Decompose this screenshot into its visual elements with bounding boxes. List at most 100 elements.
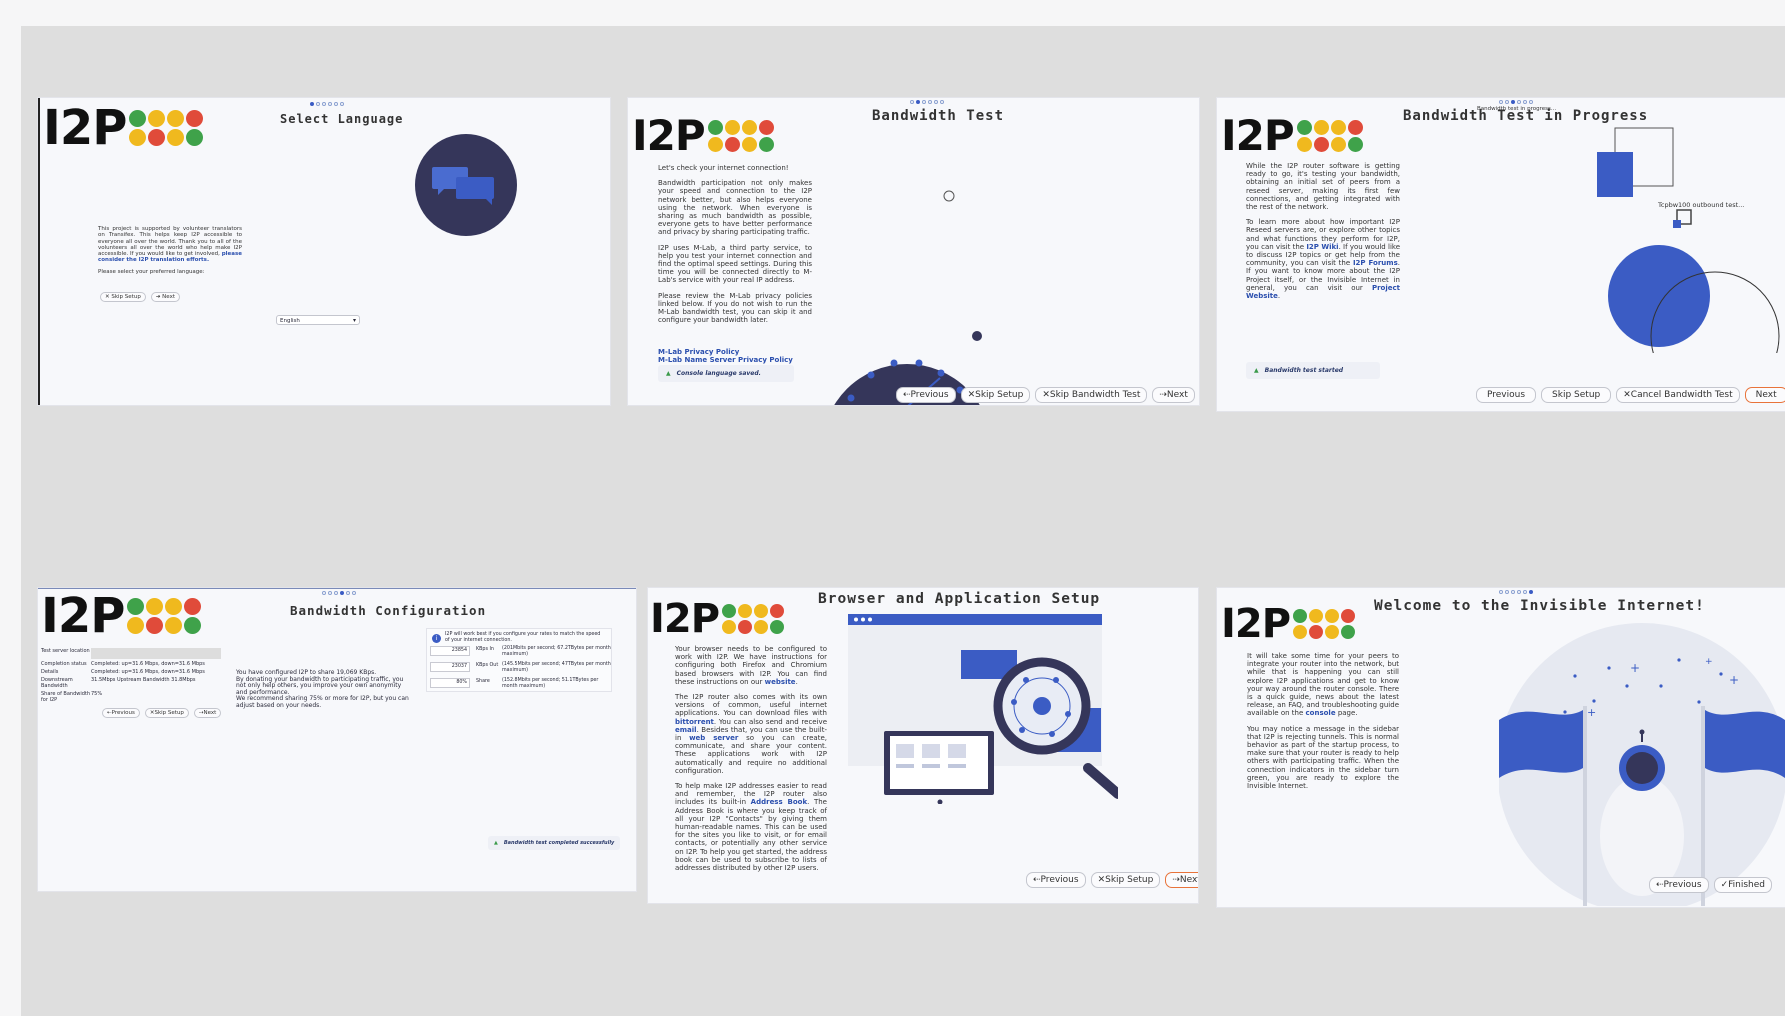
text-part: . You can also send and receive bbox=[713, 717, 827, 726]
panel-edge bbox=[38, 588, 636, 589]
skip-setup-button[interactable]: ✕Skip Setup bbox=[960, 387, 1031, 403]
logo-dots bbox=[722, 604, 785, 634]
table-row: Downstream Bandwidth 31.5Mbps Upstream Ba… bbox=[41, 677, 221, 689]
status-message: ▲ Bandwidth test started bbox=[1246, 362, 1380, 379]
logo-dots bbox=[1293, 609, 1356, 639]
mlab-text: I2P uses M-Lab, a third party service, t… bbox=[658, 243, 812, 285]
row-label: Test server location bbox=[41, 648, 90, 654]
logo-dot bbox=[722, 604, 737, 618]
next-button[interactable]: ➔ Next bbox=[150, 292, 180, 302]
logo-text: I2P bbox=[632, 111, 706, 160]
next-button[interactable]: ⇢Next bbox=[1165, 872, 1198, 888]
skip-setup-button[interactable]: Skip Setup bbox=[1541, 387, 1612, 403]
skip-setup-button[interactable]: ✕Skip Setup bbox=[1090, 872, 1161, 888]
next-button[interactable]: ⇢Next bbox=[193, 708, 222, 718]
bandwidth-in-row: 23854 KBps In (201Mbits per second; 67.2… bbox=[427, 646, 611, 657]
bandwidth-out-desc: (145.5Mbits per second; 47TBytes per mon… bbox=[502, 662, 611, 673]
previous-button[interactable]: Previous bbox=[1476, 387, 1537, 403]
status-text: Console language saved. bbox=[676, 370, 761, 377]
logo-text: I2P bbox=[1221, 111, 1295, 160]
astronaut-icon: + + + + bbox=[1499, 623, 1785, 906]
bittorrent-link[interactable]: bittorrent bbox=[675, 718, 714, 726]
progress-intro: While the I2P router software is getting… bbox=[1246, 162, 1400, 307]
logo-dot bbox=[129, 129, 147, 146]
bandwidth-settings-box: i I2P will work best if you configure yo… bbox=[426, 628, 612, 692]
i2p-forums-link[interactable]: I2P Forums bbox=[1353, 259, 1398, 267]
logo-dots bbox=[127, 598, 202, 634]
finished-button[interactable]: ✓Finished bbox=[1713, 877, 1772, 893]
bandwidth-out-input[interactable]: 23037 bbox=[430, 662, 470, 672]
row-value bbox=[91, 648, 221, 659]
share-summary-line: By donating your bandwidth to participat… bbox=[236, 675, 404, 696]
row-value: Completed: up=31.6 Mbps, down=31.6 Mbps bbox=[91, 661, 205, 667]
bandwidth-progress-panel: I2P Bandwidth test in progress... Bandwi… bbox=[1217, 98, 1785, 411]
svg-text:+: + bbox=[1630, 661, 1640, 675]
status-message: ▲ Bandwidth test completed successfully bbox=[488, 836, 621, 850]
logo-dot bbox=[724, 120, 740, 135]
logo-dot bbox=[724, 137, 740, 152]
email-link[interactable]: email bbox=[675, 726, 697, 734]
logo-dot bbox=[1313, 137, 1329, 152]
previous-button[interactable]: ⇠Previous bbox=[896, 387, 956, 403]
i2p-logo: I2P bbox=[43, 104, 204, 152]
explore-text: It will take some time for your peers to… bbox=[1247, 652, 1399, 718]
select-language-panel: I2P Select Language This project is supp… bbox=[38, 98, 610, 405]
cancel-bandwidth-test-button[interactable]: ✕Cancel Bandwidth Test bbox=[1616, 387, 1740, 403]
svg-text:+: + bbox=[1587, 706, 1596, 719]
intro-heading: Let's check your internet connection! bbox=[658, 164, 789, 172]
logo-dot bbox=[1325, 625, 1340, 639]
skip-setup-button[interactable]: ✕ Skip Setup bbox=[100, 292, 146, 302]
previous-button[interactable]: ⇠Previous bbox=[1649, 877, 1709, 893]
status-text: Bandwidth test completed successfully bbox=[503, 840, 615, 846]
address-book-link[interactable]: Address Book bbox=[751, 798, 807, 806]
logo-dot bbox=[770, 620, 785, 634]
row-label: Completion status bbox=[41, 661, 87, 667]
text-part: . The Address Book is where you keep tra… bbox=[675, 798, 827, 873]
next-button[interactable]: ⇢Next bbox=[1152, 387, 1195, 403]
mlab-privacy-link[interactable]: M-Lab Privacy Policy bbox=[658, 348, 739, 356]
text-part: The I2P router also comes with its own v… bbox=[675, 693, 827, 718]
welcome-panel: I2P Welcome to the Invisible Internet! I… bbox=[1217, 588, 1785, 907]
learn-more-text: To learn more about how important I2P Re… bbox=[1246, 218, 1400, 300]
bandwidth-share-row: 80% Share (152.8Mbits per second; 51.1TB… bbox=[427, 678, 611, 689]
address-book-text: To help make I2P addresses easier to rea… bbox=[675, 782, 827, 872]
language-select[interactable]: English ▾ bbox=[276, 315, 360, 325]
svg-text:+: + bbox=[1729, 673, 1739, 687]
share-percentage-select[interactable]: 80% bbox=[430, 678, 470, 688]
welcome-text: It will take some time for your peers to… bbox=[1247, 652, 1399, 797]
logo-dot bbox=[167, 129, 185, 146]
logo-dot bbox=[165, 598, 183, 615]
website-link[interactable]: website bbox=[765, 678, 796, 686]
text-part: . bbox=[795, 677, 798, 686]
previous-button[interactable]: ⇠Previous bbox=[1026, 872, 1086, 888]
logo-text: I2P bbox=[41, 588, 125, 644]
magnifier-icon bbox=[848, 614, 1118, 804]
logo-dot bbox=[127, 598, 145, 615]
page-title: Welcome to the Invisible Internet! bbox=[1374, 598, 1705, 614]
logo-dot bbox=[707, 120, 723, 135]
logo-dot bbox=[1309, 625, 1324, 639]
bandwidth-in-input[interactable]: 23854 bbox=[430, 646, 470, 656]
table-row: Details Completed: up=31.6 Mbps, down=31.… bbox=[41, 669, 221, 675]
logo-dot bbox=[1330, 120, 1346, 135]
web-server-link[interactable]: web server bbox=[689, 734, 738, 742]
warning-triangle-icon: ▲ bbox=[666, 370, 671, 377]
test-results-table: Test server location Completion status Co… bbox=[41, 648, 221, 703]
i2p-wiki-link[interactable]: I2P Wiki bbox=[1306, 243, 1338, 251]
speedometer-icon bbox=[834, 190, 982, 405]
share-desc: (152.8Mbits per second; 51.1TBytes per m… bbox=[502, 678, 599, 689]
logo-dot bbox=[1347, 137, 1363, 152]
previous-button[interactable]: ⇠Previous bbox=[102, 708, 140, 718]
logo-dot bbox=[1341, 609, 1356, 623]
bandwidth-in-desc: (201Mbits per second; 67.2TBytes per mon… bbox=[502, 646, 611, 657]
logo-dot bbox=[165, 617, 183, 634]
logo-dot bbox=[1293, 609, 1308, 623]
console-link[interactable]: console bbox=[1306, 709, 1336, 717]
logo-dot bbox=[758, 137, 774, 152]
bandwidth-intro: Let's check your internet connection! Ba… bbox=[658, 164, 812, 331]
mlab-ns-privacy-link[interactable]: M-Lab Name Server Privacy Policy bbox=[658, 356, 793, 364]
info-icon: i bbox=[432, 634, 441, 643]
skip-bandwidth-test-button[interactable]: ✕Skip Bandwidth Test bbox=[1035, 387, 1148, 403]
skip-setup-button[interactable]: ✕Skip Setup bbox=[144, 708, 189, 718]
next-button[interactable]: Next bbox=[1744, 387, 1785, 403]
